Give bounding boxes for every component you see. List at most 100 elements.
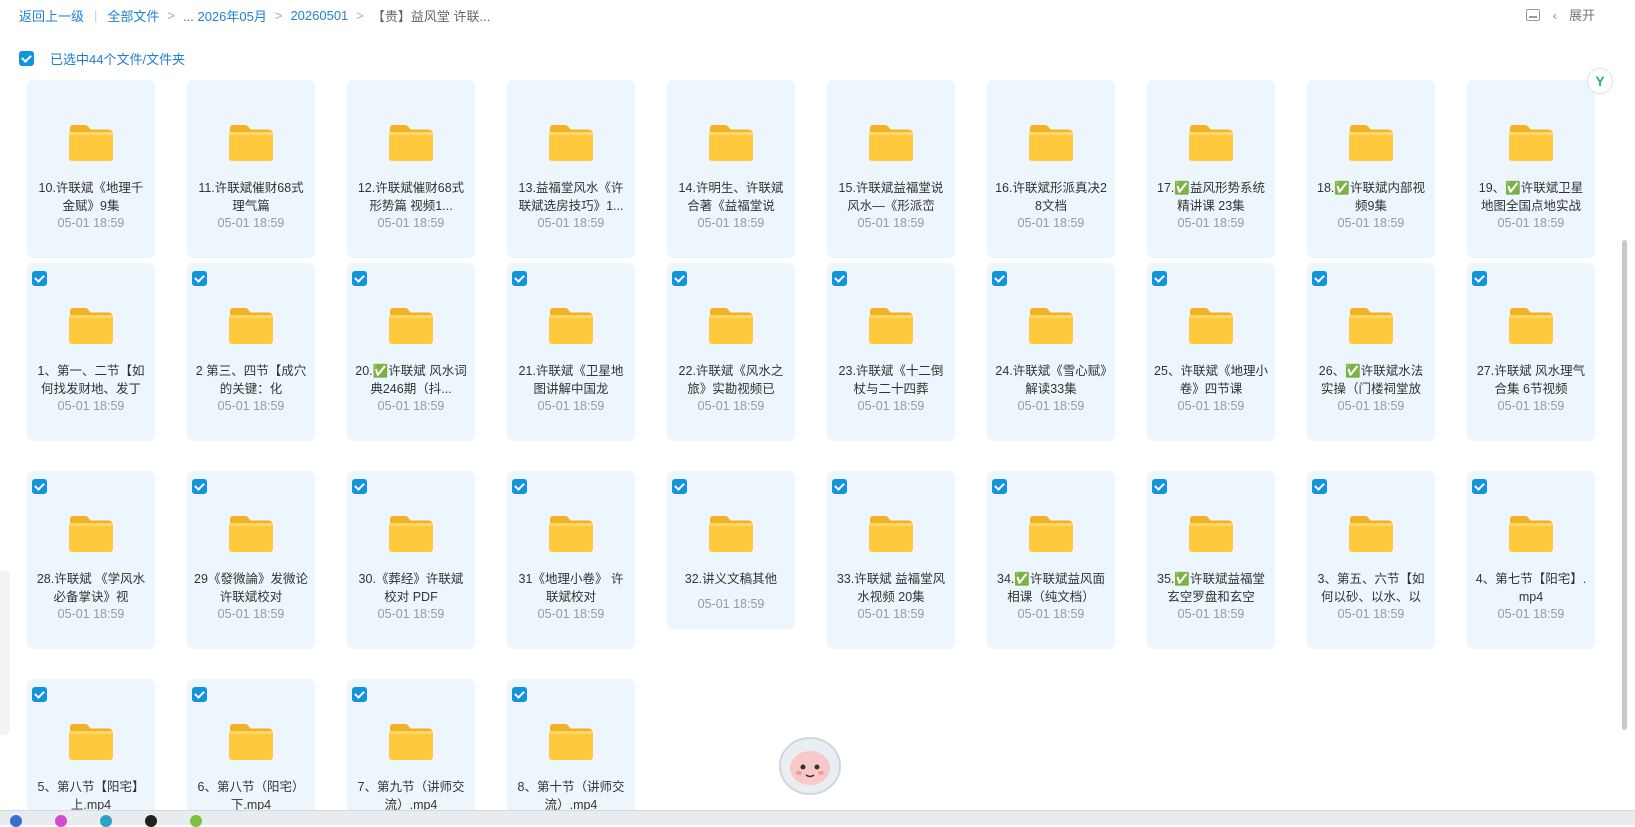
folder-name: 19、✅许联斌卫星地图全国点地实战	[1478, 181, 1584, 213]
folder-checkbox[interactable]	[672, 479, 687, 494]
folder-checkbox[interactable]	[512, 271, 527, 286]
folder-card[interactable]: 18.✅许联斌内部视频9集 05-01 18:59	[1307, 80, 1435, 258]
folder-name: 22.许联斌《风水之旅》实勘视频已	[678, 364, 784, 396]
folder-card[interactable]: 6、第八节（阳宅）下.mp4	[187, 679, 315, 810]
side-panel-edge[interactable]	[0, 570, 10, 735]
folder-card[interactable]: 33.许联斌 益福堂风水视频 20集 05-01 18:59	[827, 471, 955, 649]
folder-checkbox[interactable]	[1152, 479, 1167, 494]
app-icon[interactable]	[100, 815, 112, 827]
folder-checkbox[interactable]	[1312, 271, 1327, 286]
folder-checkbox[interactable]	[1152, 271, 1167, 286]
folder-name: 16.许联斌形派真决28文档	[995, 181, 1107, 213]
folder-name: 17.✅益风形势系统精讲课 23集	[1157, 181, 1265, 213]
folder-card[interactable]: 8、第十节（讲师交流）.mp4	[507, 679, 635, 810]
side-badge-icon[interactable]: Y	[1587, 68, 1613, 94]
folder-name: 27.许联斌 风水理气合集 6节视频	[1476, 364, 1586, 396]
folder-date: 05-01 18:59	[857, 607, 925, 621]
folder-checkbox[interactable]	[1312, 479, 1327, 494]
folder-name: 21.许联斌《卫星地图讲解中国龙	[518, 364, 624, 396]
folder-card[interactable]: 35.✅许联斌益福堂玄空罗盘和玄空 05-01 18:59	[1147, 471, 1275, 649]
folder-card[interactable]: 5、第八节【阳宅】上.mp4	[27, 679, 155, 810]
folder-card[interactable]: 31《地理小卷》 许联斌校对 05-01 18:59	[507, 471, 635, 649]
folder-card[interactable]: 10.许联斌《地理千金赋》9集 05-01 18:59	[27, 80, 155, 258]
mascot-icon[interactable]	[774, 730, 846, 798]
folder-card[interactable]: 1、第一、二节【如何找发财地、发丁 05-01 18:59	[27, 263, 155, 441]
folder-card[interactable]: 26、✅许联斌水法实操（门楼祠堂放 05-01 18:59	[1307, 263, 1435, 441]
folder-date: 05-01 18:59	[537, 399, 605, 413]
folder-card[interactable]: 4、第七节【阳宅】.mp4 05-01 18:59	[1467, 471, 1595, 649]
app-icon[interactable]	[190, 815, 202, 827]
folder-icon	[709, 516, 753, 552]
folder-checkbox[interactable]	[832, 271, 847, 286]
folder-card[interactable]: 2 第三、四节【成穴的关键：化 05-01 18:59	[187, 263, 315, 441]
folder-card[interactable]: 34.✅许联斌益风面相课（纯文档） 05-01 18:59	[987, 471, 1115, 649]
folder-icon	[69, 308, 113, 344]
folder-card[interactable]: 21.许联斌《卫星地图讲解中国龙 05-01 18:59	[507, 263, 635, 441]
folder-card[interactable]: 7、第九节（讲师交流）.mp4	[347, 679, 475, 810]
folder-card[interactable]: 30.《葬经》许联斌校对 PDF 05-01 18:59	[347, 471, 475, 649]
folder-card[interactable]: 13.益福堂风水《许联斌选房技巧》1... 05-01 18:59	[507, 80, 635, 258]
folder-checkbox[interactable]	[512, 479, 527, 494]
folder-name: 34.✅许联斌益风面相课（纯文档）	[997, 572, 1105, 604]
folder-checkbox[interactable]	[32, 479, 47, 494]
folder-card[interactable]: 28.许联斌 《学风水必备掌诀》视 05-01 18:59	[27, 471, 155, 649]
folder-card[interactable]: 29《發微論》发微论 许联斌校对 05-01 18:59	[187, 471, 315, 649]
folder-checkbox[interactable]	[32, 271, 47, 286]
file-grid: 10.许联斌《地理千金赋》9集 05-01 18:59 11.许联斌催财68式理气篇…	[0, 0, 1635, 810]
folder-date: 05-01 18:59	[1017, 607, 1085, 621]
folder-icon	[229, 516, 273, 552]
folder-checkbox[interactable]	[32, 687, 47, 702]
folder-card[interactable]: 22.许联斌《风水之旅》实勘视频已 05-01 18:59	[667, 263, 795, 441]
folder-date: 05-01 18:59	[537, 607, 605, 621]
folder-icon	[1509, 516, 1553, 552]
folder-card[interactable]: 32.讲义文稿其他 05-01 18:59	[667, 471, 795, 629]
folder-card[interactable]: 15.许联斌益福堂说风水—《形派峦 05-01 18:59	[827, 80, 955, 258]
folder-icon	[1029, 308, 1073, 344]
folder-icon	[1509, 125, 1553, 161]
folder-checkbox[interactable]	[1472, 271, 1487, 286]
folder-card[interactable]: 25、许联斌《地理小卷》四节课 05-01 18:59	[1147, 263, 1275, 441]
folder-name: 6、第八节（阳宅）下.mp4	[197, 780, 305, 810]
scrollbar[interactable]	[1622, 240, 1627, 730]
folder-card[interactable]: 17.✅益风形势系统精讲课 23集 05-01 18:59	[1147, 80, 1275, 258]
folder-checkbox[interactable]	[192, 687, 207, 702]
folder-checkbox[interactable]	[352, 687, 367, 702]
folder-icon	[69, 125, 113, 161]
folder-checkbox[interactable]	[992, 479, 1007, 494]
folder-card[interactable]: 11.许联斌催财68式理气篇 05-01 18:59	[187, 80, 315, 258]
folder-checkbox[interactable]	[352, 271, 367, 286]
folder-card[interactable]: 14.许明生、许联斌合著《益福堂说 05-01 18:59	[667, 80, 795, 258]
folder-name: 3、第五、六节【如何以砂、以水、以	[1317, 572, 1425, 604]
app-icon[interactable]	[55, 815, 67, 827]
folder-card[interactable]: 27.许联斌 风水理气合集 6节视频 05-01 18:59	[1467, 263, 1595, 441]
folder-card[interactable]: 24.许联斌《雪心赋》解读33集 05-01 18:59	[987, 263, 1115, 441]
folder-date: 05-01 18:59	[217, 607, 285, 621]
folder-name: 25、许联斌《地理小卷》四节课	[1154, 364, 1268, 396]
app-icon[interactable]	[10, 815, 22, 827]
folder-icon	[389, 308, 433, 344]
folder-name: 23.许联斌《十二倒杖与二十四葬	[838, 364, 944, 396]
folder-icon	[869, 125, 913, 161]
folder-date: 05-01 18:59	[537, 216, 605, 230]
app-icon[interactable]	[145, 815, 157, 827]
folder-icon	[1349, 308, 1393, 344]
folder-checkbox[interactable]	[992, 271, 1007, 286]
folder-name: 20.✅许联斌 风水词典246期（抖...	[355, 364, 467, 396]
folder-checkbox[interactable]	[192, 271, 207, 286]
folder-card[interactable]: 20.✅许联斌 风水词典246期（抖... 05-01 18:59	[347, 263, 475, 441]
folder-checkbox[interactable]	[672, 271, 687, 286]
folder-date: 05-01 18:59	[377, 399, 445, 413]
folder-card[interactable]: 23.许联斌《十二倒杖与二十四葬 05-01 18:59	[827, 263, 955, 441]
folder-card[interactable]: 12.许联斌催财68式形势篇 视频1... 05-01 18:59	[347, 80, 475, 258]
folder-date: 05-01 18:59	[1337, 399, 1405, 413]
folder-checkbox[interactable]	[192, 479, 207, 494]
folder-date: 05-01 18:59	[1017, 399, 1085, 413]
folder-card[interactable]: 16.许联斌形派真决28文档 05-01 18:59	[987, 80, 1115, 258]
folder-checkbox[interactable]	[512, 687, 527, 702]
folder-card[interactable]: 19、✅许联斌卫星地图全国点地实战 05-01 18:59	[1467, 80, 1595, 258]
folder-card[interactable]: 3、第五、六节【如何以砂、以水、以 05-01 18:59	[1307, 471, 1435, 649]
folder-date: 05-01 18:59	[857, 216, 925, 230]
folder-checkbox[interactable]	[832, 479, 847, 494]
folder-checkbox[interactable]	[1472, 479, 1487, 494]
folder-checkbox[interactable]	[352, 479, 367, 494]
